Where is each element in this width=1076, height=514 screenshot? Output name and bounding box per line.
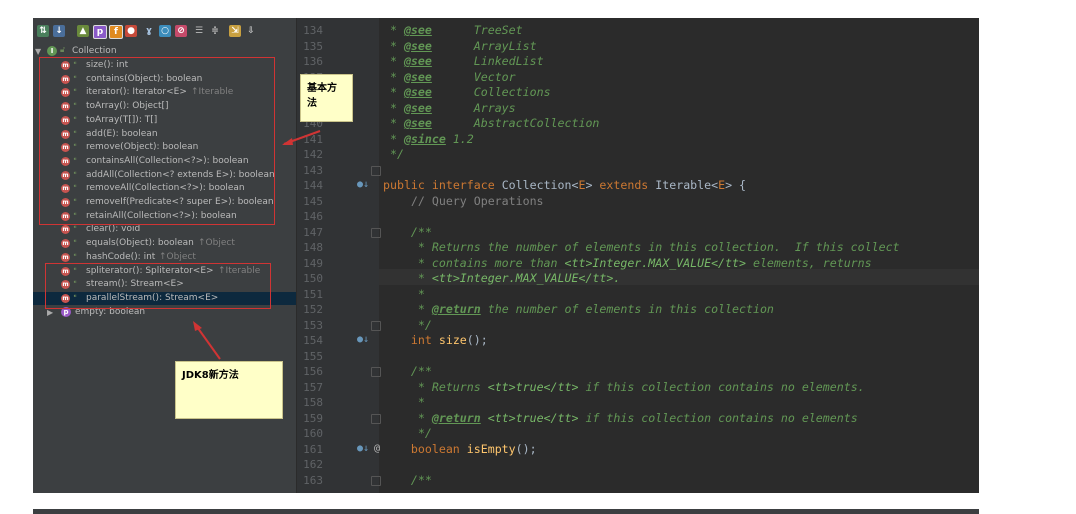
arrow-head-jdk8: [193, 321, 202, 331]
annotation-arrows: [193, 130, 321, 360]
arrow-head-basic: [282, 138, 293, 145]
